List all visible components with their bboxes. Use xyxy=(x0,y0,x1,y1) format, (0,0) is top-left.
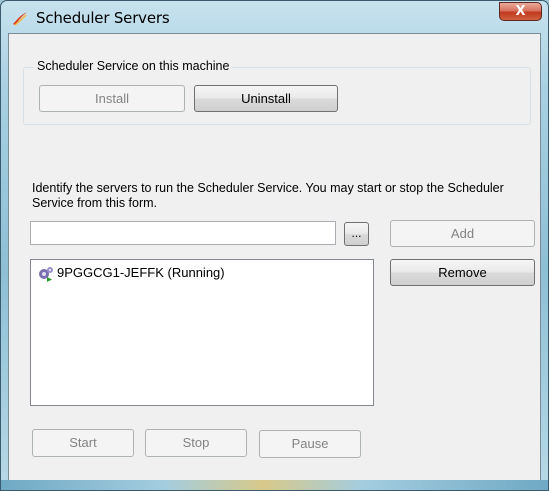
scheduler-servers-window: Scheduler Servers X Scheduler Service on… xyxy=(0,0,549,491)
list-item[interactable]: 9PGGCG1-JEFFK (Running) xyxy=(37,264,225,282)
browse-button[interactable]: ... xyxy=(344,222,369,246)
server-item-label: 9PGGCG1-JEFFK (Running) xyxy=(57,265,225,280)
close-button[interactable]: X xyxy=(499,2,542,21)
taskbar-glimpse xyxy=(1,480,548,490)
server-running-icon xyxy=(39,266,53,282)
service-group-legend: Scheduler Service on this machine xyxy=(34,59,233,73)
window-title: Scheduler Servers xyxy=(36,9,170,27)
uninstall-button[interactable]: Uninstall xyxy=(194,85,338,112)
app-logo-icon xyxy=(11,10,29,26)
install-button[interactable]: Install xyxy=(39,85,185,112)
stop-button[interactable]: Stop xyxy=(145,429,247,457)
start-button[interactable]: Start xyxy=(32,429,134,457)
title-bar[interactable]: Scheduler Servers X xyxy=(1,1,548,35)
server-name-input[interactable] xyxy=(30,221,336,245)
servers-description: Identify the servers to run the Schedule… xyxy=(32,181,504,210)
add-button[interactable]: Add xyxy=(390,220,535,247)
close-icon: X xyxy=(515,4,526,19)
pause-button[interactable]: Pause xyxy=(259,430,361,458)
servers-listbox[interactable]: 9PGGCG1-JEFFK (Running) xyxy=(30,259,374,406)
remove-button[interactable]: Remove xyxy=(390,259,535,286)
